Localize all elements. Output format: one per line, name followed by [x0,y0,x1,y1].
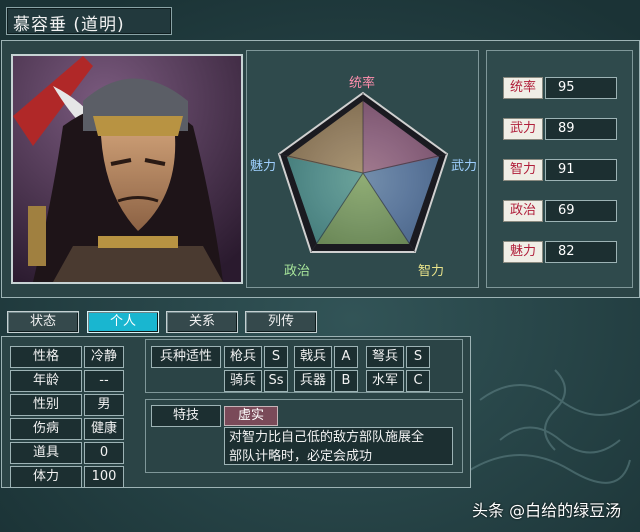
attribute-radar-chart: 统率 武力 智力 政治 魅力 [246,50,479,288]
stat-row-intelligence: 智力 91 [503,159,617,181]
stat-label: 智力 [503,159,543,181]
stat-value: 91 [545,159,617,181]
skill-description: 对智力比自己低的敌方部队施展全 部队计略时，必定会成功 [224,427,453,465]
stat-label: 武力 [503,118,543,140]
stat-row-leadership: 统率 95 [503,77,617,99]
troop-label: 水军 [366,370,404,392]
character-name-box: 慕容垂 (道明) [6,7,172,35]
stat-value: 89 [545,118,617,140]
info-value: 男 [84,394,124,416]
info-value: 100 [84,466,124,488]
stat-value: 69 [545,200,617,222]
tab-biography[interactable]: 列传 [245,311,317,333]
skill-name[interactable]: 虚实 [224,406,278,426]
troop-grade: B [334,370,358,392]
info-value: -- [84,370,124,392]
info-value: 健康 [84,418,124,440]
troop-grade: C [406,370,430,392]
stat-value: 95 [545,77,617,99]
radar-label-intelligence: 智力 [418,264,445,279]
info-label: 性格 [10,346,82,368]
radar-label-leadership: 统率 [349,76,376,91]
character-name: 慕容垂 (道明) [13,15,125,35]
radar-label-politics: 政治 [284,264,311,279]
radar-label-charm: 魅力 [250,159,277,174]
troop-label: 骑兵 [224,370,262,392]
troop-label: 兵器 [294,370,332,392]
info-label: 道具 [10,442,82,464]
stat-row-force: 武力 89 [503,118,617,140]
stat-row-charm: 魅力 82 [503,241,617,263]
tab-status[interactable]: 状态 [7,311,79,333]
stat-label: 统率 [503,77,543,99]
stat-label: 政治 [503,200,543,222]
character-portrait [11,54,243,284]
portrait-image [13,56,241,282]
info-label: 性别 [10,394,82,416]
troop-label: 戟兵 [294,346,332,368]
info-value: 冷静 [84,346,124,368]
skill-header: 特技 [151,405,221,427]
troop-grade: S [406,346,430,368]
stat-label: 魅力 [503,241,543,263]
troop-grade: A [334,346,358,368]
troop-grade: Ss [264,370,288,392]
stat-value: 82 [545,241,617,263]
watermark: 头条 @白给的绿豆汤 [472,501,622,520]
info-label: 体力 [10,466,82,488]
tab-personal[interactable]: 个人 [87,311,159,333]
info-label: 伤病 [10,418,82,440]
info-label: 年龄 [10,370,82,392]
troop-fitness-header: 兵种适性 [151,346,221,368]
tab-relations[interactable]: 关系 [166,311,238,333]
troop-label: 枪兵 [224,346,262,368]
info-value: 0 [84,442,124,464]
attributes-panel: 统率 武力 智力 政治 魅力 统率 95 武力 89 智力 91 政治 69 魅… [1,40,640,298]
troop-grade: S [264,346,288,368]
stat-row-politics: 政治 69 [503,200,617,222]
stats-list: 统率 95 武力 89 智力 91 政治 69 魅力 82 [486,50,633,288]
radar-label-force: 武力 [451,159,478,174]
troop-label: 弩兵 [366,346,404,368]
